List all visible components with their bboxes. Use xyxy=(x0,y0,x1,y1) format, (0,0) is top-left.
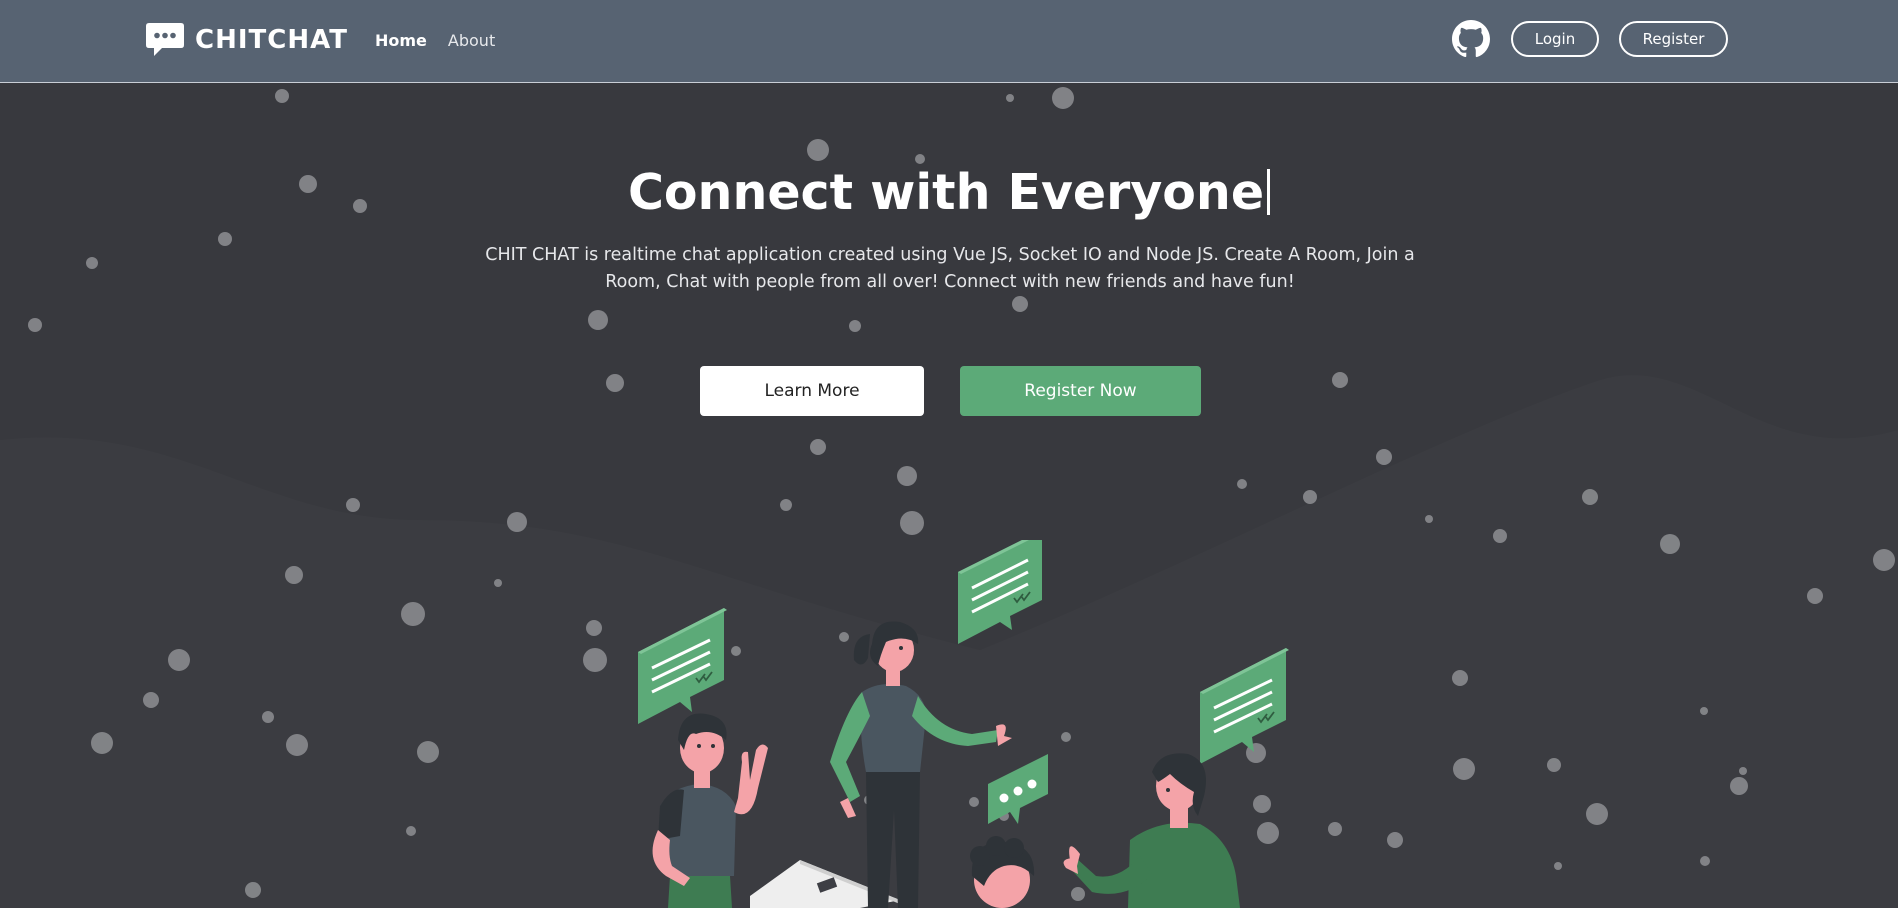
particle-dot xyxy=(507,512,527,532)
particle-dot xyxy=(346,498,360,512)
particle-dot xyxy=(1807,588,1823,604)
man-waving-figure xyxy=(652,713,768,908)
people-chatting-illustration xyxy=(638,540,1289,908)
particle-dot xyxy=(406,826,416,836)
chat-bubble-icon xyxy=(958,540,1042,644)
register-button[interactable]: Register xyxy=(1619,21,1728,57)
particle-dot xyxy=(245,882,261,898)
particle-dot xyxy=(606,374,624,392)
nav-link-about[interactable]: About xyxy=(448,31,495,50)
particle-dot xyxy=(1332,372,1348,388)
nav-links: Home About xyxy=(375,31,495,50)
particle-dot xyxy=(1554,862,1562,870)
particle-dot xyxy=(1328,822,1342,836)
particle-dot xyxy=(1452,670,1468,686)
particle-dot xyxy=(1376,449,1392,465)
particle-dot xyxy=(897,466,917,486)
person-partial-figure xyxy=(970,836,1035,908)
particle-dot xyxy=(1425,515,1433,523)
chat-bubble-icon xyxy=(638,608,727,724)
typing-bubble-icon xyxy=(988,754,1048,824)
particle-dot xyxy=(417,741,439,763)
github-icon[interactable] xyxy=(1452,20,1490,58)
brand-logo[interactable]: CHITCHAT xyxy=(145,21,348,59)
particle-dot xyxy=(900,511,924,535)
particle-dot xyxy=(807,139,829,161)
typing-caret xyxy=(1267,169,1271,215)
hero-description: CHIT CHAT is realtime chat application c… xyxy=(485,245,1415,292)
particle-dot xyxy=(168,649,190,671)
nav-link-home[interactable]: Home xyxy=(375,31,427,50)
particle-dot xyxy=(1700,856,1710,866)
particle-dot xyxy=(1237,479,1247,489)
particle-dot xyxy=(28,318,42,332)
brand-name: CHITCHAT xyxy=(195,25,348,55)
particle-dot xyxy=(1582,489,1598,505)
particle-dot xyxy=(1387,832,1403,848)
hero-title: Connect with Everyone xyxy=(0,163,1898,223)
particle-dot xyxy=(86,257,98,269)
particle-dot xyxy=(1739,767,1747,775)
man-pointing-figure xyxy=(1063,753,1240,908)
register-now-button[interactable]: Register Now xyxy=(960,366,1201,416)
particle-dot xyxy=(1493,529,1507,543)
particle-dot xyxy=(1660,534,1680,554)
particle-dot xyxy=(143,692,159,708)
particle-dot xyxy=(494,579,502,587)
hero-title-text: Connect with Everyone xyxy=(627,164,1265,221)
particle-dot xyxy=(1547,758,1561,772)
particle-dot xyxy=(1453,758,1475,780)
learn-more-button[interactable]: Learn More xyxy=(700,366,924,416)
particle-dot xyxy=(285,566,303,584)
particle-dot xyxy=(1303,490,1317,504)
particle-dot xyxy=(780,499,792,511)
chat-bubble-logo-icon xyxy=(146,23,184,56)
particle-dot xyxy=(218,232,232,246)
particle-dot xyxy=(275,89,289,103)
particle-dot xyxy=(286,734,308,756)
particle-dot xyxy=(1730,777,1748,795)
particle-dot xyxy=(401,602,425,626)
particle-dot xyxy=(91,732,113,754)
navbar: CHITCHAT Home About Login Register xyxy=(0,0,1898,83)
login-button[interactable]: Login xyxy=(1511,21,1599,57)
particle-dot xyxy=(1873,549,1895,571)
particle-dot xyxy=(1012,296,1028,312)
particle-dot xyxy=(588,310,608,330)
particle-dot xyxy=(1586,803,1608,825)
particle-dot xyxy=(810,439,826,455)
chat-bubble-icon xyxy=(1200,648,1289,764)
particle-dot xyxy=(1052,87,1074,109)
particle-dot xyxy=(1006,94,1014,102)
particle-dot xyxy=(1700,707,1708,715)
particle-dot xyxy=(849,320,861,332)
particle-dot xyxy=(262,711,274,723)
